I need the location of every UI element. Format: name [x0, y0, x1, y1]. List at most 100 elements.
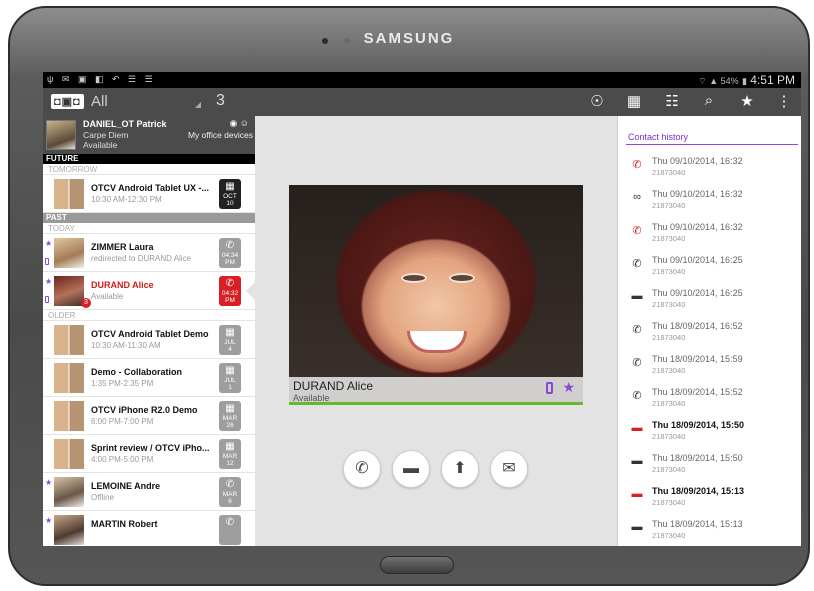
history-entry[interactable]: ▬ Thu 09/10/2014, 16:25 21873040 [618, 284, 801, 317]
share-icon: ⬆ [453, 460, 467, 477]
item-subtitle: 6:00 PM-7:00 PM [91, 417, 154, 426]
sensor-icon [344, 38, 350, 44]
call-badge: ✆ 04:34 PM [219, 238, 241, 268]
favorite-star-icon[interactable]: ★ [562, 379, 575, 396]
voicemail-icon[interactable]: ☉ [586, 92, 608, 110]
history-entry[interactable]: ✆ Thu 18/09/2014, 15:59 21873040 [618, 350, 801, 383]
selection-pointer [246, 282, 255, 300]
item-title: Demo - Collaboration [91, 367, 183, 377]
section-past: PAST [43, 213, 255, 223]
home-button[interactable] [380, 556, 454, 574]
calendar-icon[interactable]: ▦ [623, 92, 645, 110]
history-number: 21873040 [652, 465, 686, 474]
history-number: 21873040 [652, 234, 686, 243]
contact-photo: DURAND Alice Available ★ [289, 185, 583, 405]
list-item[interactable]: Demo - Collaboration 1:35 PM-2:35 PM ▦ JU… [43, 359, 255, 397]
devices-link[interactable]: My office devices [188, 130, 253, 140]
user-mood: Carpe Diem [83, 130, 129, 140]
filter-dropdown[interactable]: All [91, 93, 108, 110]
history-entry[interactable]: ✆ Thu 18/09/2014, 15:52 21873040 [618, 383, 801, 416]
item-subtitle: 4:00 PM-5:00 PM [91, 455, 154, 464]
call-button[interactable]: ✆ [343, 450, 381, 488]
item-subtitle: 10:30 AM-11:30 AM [91, 341, 161, 350]
history-date: Thu 18/09/2014, 15:50 [652, 453, 743, 463]
history-entry[interactable]: ▬ Thu 18/09/2014, 15:13 21873040 [618, 482, 801, 515]
user-name: DANIEL_OT Patrick [83, 119, 167, 129]
phone-icon: ✆ [225, 517, 235, 528]
missed-call-badge: ✆ 04:32 PM [219, 276, 241, 306]
mobile-icon [45, 296, 49, 303]
list-item[interactable]: OTCV iPhone R2.0 Demo 6:00 PM-7:00 PM ▦ M… [43, 397, 255, 435]
status-right: ⌔ ▲ 54% ▮ 4:51 PM [698, 73, 795, 87]
list-item[interactable]: Sprint review / OTCV iPho... 4:00 PM-5:0… [43, 435, 255, 473]
history-date: Thu 18/09/2014, 15:50 [652, 420, 745, 430]
overflow-menu-icon[interactable]: ⋮ [773, 92, 795, 110]
phone-icon: ✆ [355, 460, 369, 477]
chat-button[interactable]: ▬ [392, 450, 430, 488]
history-entry[interactable]: ✆ Thu 09/10/2014, 16:32 21873040 [618, 152, 801, 185]
message-icon: ▬ [631, 521, 643, 533]
history-number: 21873040 [652, 399, 686, 408]
contact-history-panel: Contact history ✆ Thu 09/10/2014, 16:32 21… [617, 116, 801, 546]
unread-message-icon: ▬ [631, 422, 643, 434]
contact-detail: DURAND Alice Available ★ ✆ ▬ ⬆ ✉ [255, 116, 617, 546]
dropdown-corner-icon [195, 102, 201, 108]
unread-count-badge: 3 [81, 298, 91, 308]
action-bar: ◘▣◘ All 3 ☉ ▦ ☷ ⌕ ★ ⋮ [43, 88, 801, 116]
history-number: 21873040 [652, 366, 686, 375]
conversation-list: DANIEL_OT Patrick Carpe Diem Available ◉… [43, 116, 255, 546]
avatar [54, 439, 84, 469]
history-number: 21873040 [652, 333, 686, 342]
item-title: MARTIN Robert [91, 519, 158, 529]
wifi-icon: ⌔ ▲ [698, 76, 721, 86]
favorites-icon[interactable]: ★ [736, 92, 758, 110]
call-badge: ✆ MAR 6 [219, 477, 241, 507]
unread-message-icon: ▬ [631, 488, 643, 500]
photo-eye [449, 273, 475, 283]
presence-icon: ◉ ☺ [229, 118, 249, 128]
history-entry[interactable]: ∞ Thu 09/10/2014, 16:32 21873040 [618, 185, 801, 218]
calendar-badge: ▦ JUL 1 [219, 363, 241, 393]
history-entry[interactable]: ✆ Thu 18/09/2014, 16:52 21873040 [618, 317, 801, 350]
subsection-tomorrow: TOMORROW [43, 164, 255, 175]
dialpad-icon[interactable]: ☷ [661, 92, 683, 110]
list-item[interactable]: ★ MARTIN Robert ✆ [43, 511, 255, 546]
contact-caption: DURAND Alice Available ★ [289, 377, 583, 405]
calendar-badge: ▦ JUL 4 [219, 325, 241, 355]
status-bar: ψ ✉ ▣ ◧ ↶ ☰ ☰ ⌔ ▲ 54% ▮ 4:51 PM [43, 72, 801, 88]
search-icon[interactable]: ⌕ [698, 92, 720, 109]
list-item-selected[interactable]: ★ 3 DURAND Alice Available ✆ 04:32 PM [43, 272, 255, 310]
avatar [54, 276, 84, 306]
history-date: Thu 18/09/2014, 15:13 [652, 519, 743, 529]
calendar-icon: ▦ [225, 327, 235, 338]
item-count: 3 [216, 92, 225, 109]
list-item[interactable]: ★ LEMOINE Andre Offline ✆ MAR 6 [43, 473, 255, 511]
history-title: Contact history [628, 132, 689, 142]
avatar [54, 179, 84, 209]
app-logo[interactable]: ◘▣◘ [51, 94, 84, 109]
history-number: 21873040 [652, 498, 686, 507]
history-entry[interactable]: ✆ Thu 09/10/2014, 16:32 21873040 [618, 218, 801, 251]
camera-icon [322, 38, 328, 44]
calendar-icon: ▦ [225, 365, 235, 376]
list-item[interactable]: OTCV Android Tablet UX -... 10:30 AM-12:… [43, 175, 255, 213]
user-header[interactable]: DANIEL_OT Patrick Carpe Diem Available ◉… [43, 116, 255, 154]
history-entry[interactable]: ✆ Thu 09/10/2014, 16:25 21873040 [618, 251, 801, 284]
share-button[interactable]: ⬆ [441, 450, 479, 488]
history-divider [626, 144, 798, 145]
email-button[interactable]: ✉ [490, 450, 528, 488]
item-subtitle: Available [91, 292, 124, 301]
list-item[interactable]: OTCV Android Tablet Demo 10:30 AM-11:30 … [43, 321, 255, 359]
history-entry[interactable]: ▬ Thu 18/09/2014, 15:13 21873040 [618, 515, 801, 546]
list-item[interactable]: ★ ZIMMER Laura redirected to DURAND Alic… [43, 234, 255, 272]
item-title: ZIMMER Laura [91, 242, 154, 252]
history-entry[interactable]: ▬ Thu 18/09/2014, 15:50 21873040 [618, 416, 801, 449]
calendar-badge: ▦ MAR 12 [219, 439, 241, 469]
history-entry[interactable]: ▬ Thu 18/09/2014, 15:50 21873040 [618, 449, 801, 482]
calendar-icon: ▦ [225, 403, 235, 414]
avatar [54, 477, 84, 507]
chat-icon: ▬ [403, 460, 419, 477]
item-title: OTCV iPhone R2.0 Demo [91, 405, 198, 415]
calendar-badge: ▦ OCT 10 [219, 179, 241, 209]
favorite-star-icon: ★ [45, 478, 53, 487]
